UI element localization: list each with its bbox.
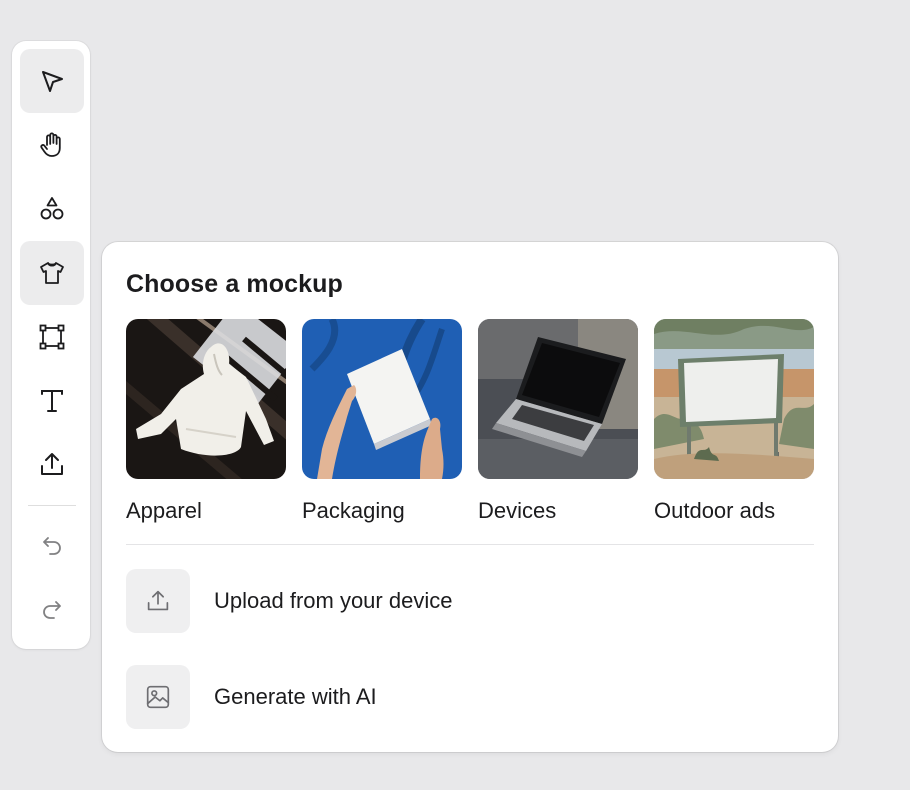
packaging-thumbnail [302, 319, 462, 479]
toolbar [12, 41, 90, 649]
mockup-card-packaging[interactable]: Packaging [302, 319, 462, 523]
cursor-icon [42, 71, 63, 92]
generate-with-ai-label: Generate with AI [214, 684, 377, 709]
undo-icon [43, 537, 61, 555]
upload-icon-tile [126, 569, 190, 633]
mockup-label-outdoor-ads: Outdoor ads [654, 498, 776, 523]
mockup-panel: Choose a mockup Apparel Packaging Device… [102, 242, 838, 752]
upload-from-device-label: Upload from your device [214, 588, 453, 613]
mockup-card-outdoor-ads[interactable]: Outdoor ads [654, 319, 814, 523]
apparel-thumbnail [126, 319, 286, 479]
mockup-label-devices: Devices [478, 498, 557, 523]
undo-button[interactable] [20, 513, 84, 577]
white-box-photo [302, 319, 462, 479]
mockup-tool-button[interactable] [20, 241, 84, 305]
white-hoodie-photo [126, 319, 286, 479]
mockup-label-apparel: Apparel [126, 498, 202, 523]
panel-divider [126, 544, 814, 545]
redo-icon [43, 601, 61, 619]
mockup-label-packaging: Packaging [302, 498, 405, 523]
toolbar-divider [28, 505, 76, 506]
upload-tool-button[interactable] [20, 433, 84, 497]
mockup-card-devices[interactable]: Devices [478, 319, 638, 523]
devices-thumbnail [478, 319, 638, 479]
image-icon [146, 685, 170, 709]
panel-title: Choose a mockup [126, 270, 343, 298]
text-tool-button[interactable] [20, 369, 84, 433]
shapes-tool-button[interactable] [20, 177, 84, 241]
hand-tool-button[interactable] [20, 113, 84, 177]
select-tool-button[interactable] [20, 49, 84, 113]
upload-icon [41, 453, 63, 475]
laptop-photo [478, 319, 638, 479]
image-icon-tile [126, 665, 190, 729]
text-icon [41, 390, 63, 412]
mockup-grid: Apparel Packaging Devices Outdoor ads [126, 319, 814, 523]
upload-icon [147, 590, 169, 611]
shapes-icon [40, 197, 64, 220]
upload-from-device-button[interactable]: Upload from your device [126, 569, 814, 633]
hand-icon [40, 132, 61, 157]
billboard-photo [654, 319, 814, 479]
frame-tool-button[interactable] [20, 305, 84, 369]
generate-with-ai-button[interactable]: Generate with AI [126, 665, 814, 729]
redo-button[interactable] [20, 577, 84, 641]
tshirt-icon [40, 262, 64, 284]
mockup-card-apparel[interactable]: Apparel [126, 319, 286, 523]
frame-icon [39, 324, 65, 350]
outdoor-ads-thumbnail [654, 319, 814, 479]
